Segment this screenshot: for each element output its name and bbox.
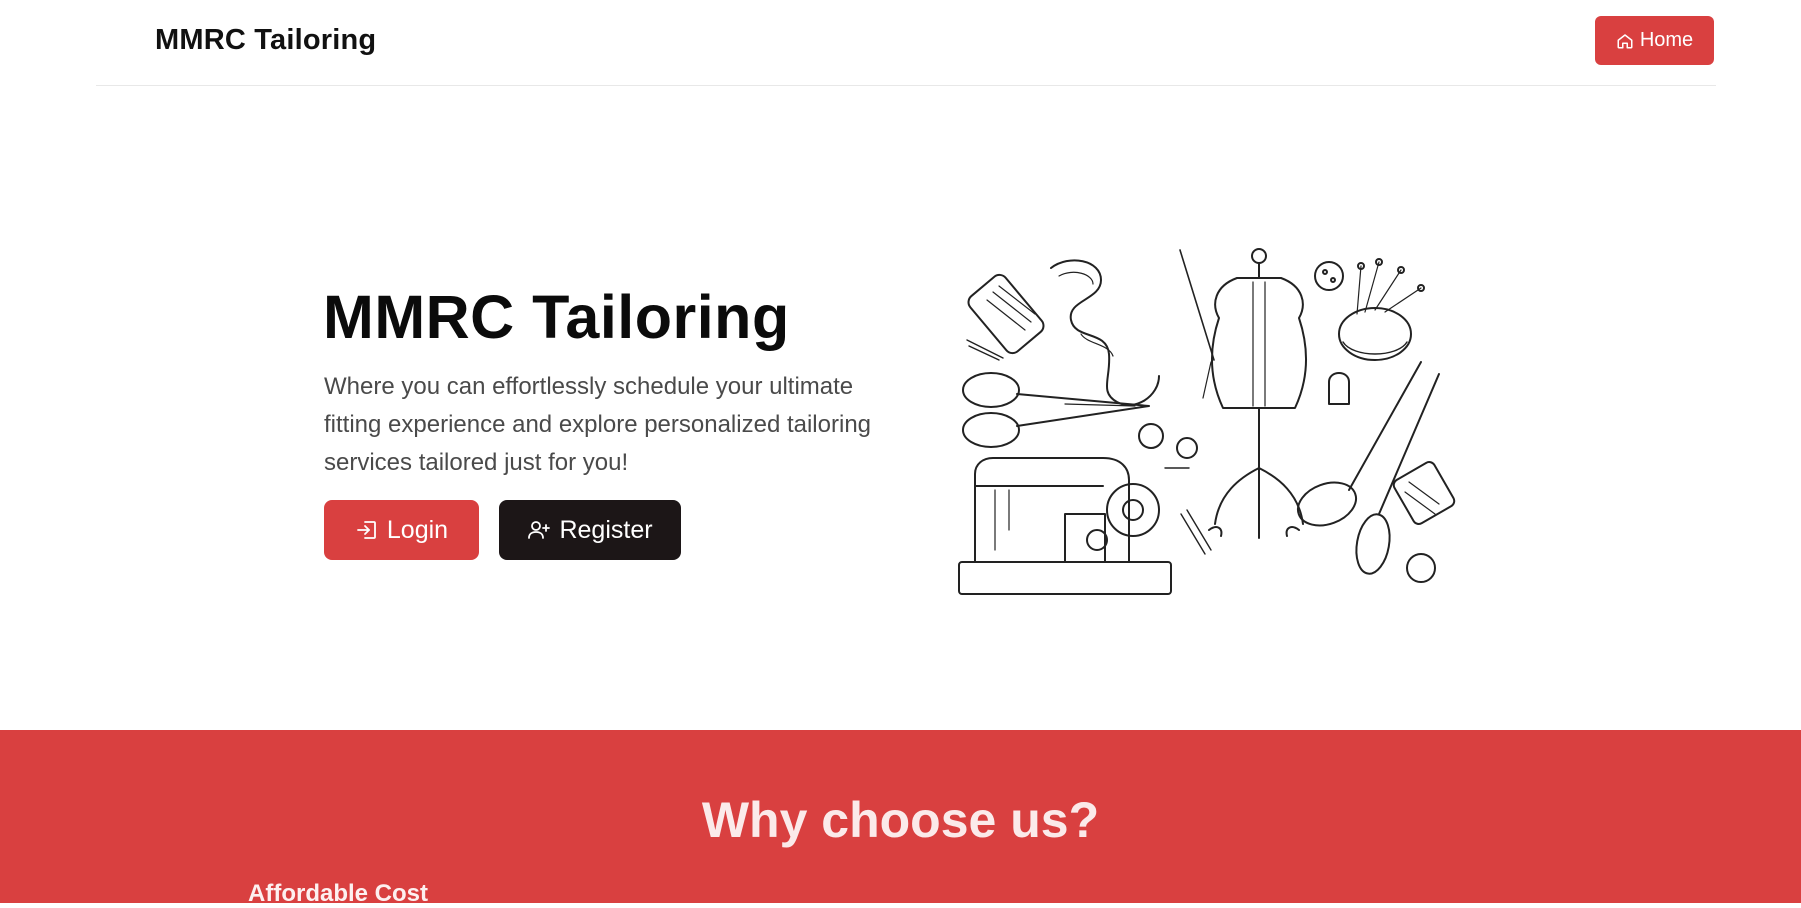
tailoring-tools-illustration	[958, 248, 1456, 595]
safety-pin-right-icon	[1180, 509, 1212, 555]
pincushion-icon	[1338, 258, 1425, 361]
navbar: MMRC Tailoring Home	[96, 0, 1716, 86]
thimble-icon	[1328, 372, 1350, 405]
login-button[interactable]: Login	[324, 500, 479, 560]
thread-spool-icon	[967, 273, 1045, 355]
why-section-title: Why choose us?	[701, 792, 1100, 848]
sewing-machine-icon	[958, 457, 1190, 595]
home-button-label: Home	[1639, 29, 1694, 51]
scissors-icon	[962, 372, 1150, 448]
brand-logo-text[interactable]: MMRC Tailoring	[155, 24, 376, 57]
feature-affordable-cost-title: Affordable Cost	[248, 880, 428, 907]
hero-title: MMRC Tailoring	[323, 283, 790, 351]
user-plus-icon	[528, 521, 551, 539]
register-button[interactable]: Register	[499, 500, 681, 560]
needle-icon	[1179, 249, 1215, 361]
login-icon	[357, 521, 376, 539]
home-button[interactable]: Home	[1595, 16, 1714, 65]
button-icon	[1314, 261, 1344, 291]
login-button-label: Login	[386, 515, 449, 544]
home-icon	[1617, 33, 1633, 48]
register-button-label: Register	[559, 515, 653, 544]
why-choose-us-section: Why choose us? Affordable Cost	[0, 730, 1801, 907]
safety-pin-icon	[966, 339, 1004, 361]
dress-form-icon	[1208, 248, 1307, 539]
hero-description: Where you can effortlessly schedule your…	[324, 373, 872, 476]
measuring-tape-icon	[1050, 259, 1160, 407]
thread-spool-right-icon	[1392, 461, 1456, 525]
